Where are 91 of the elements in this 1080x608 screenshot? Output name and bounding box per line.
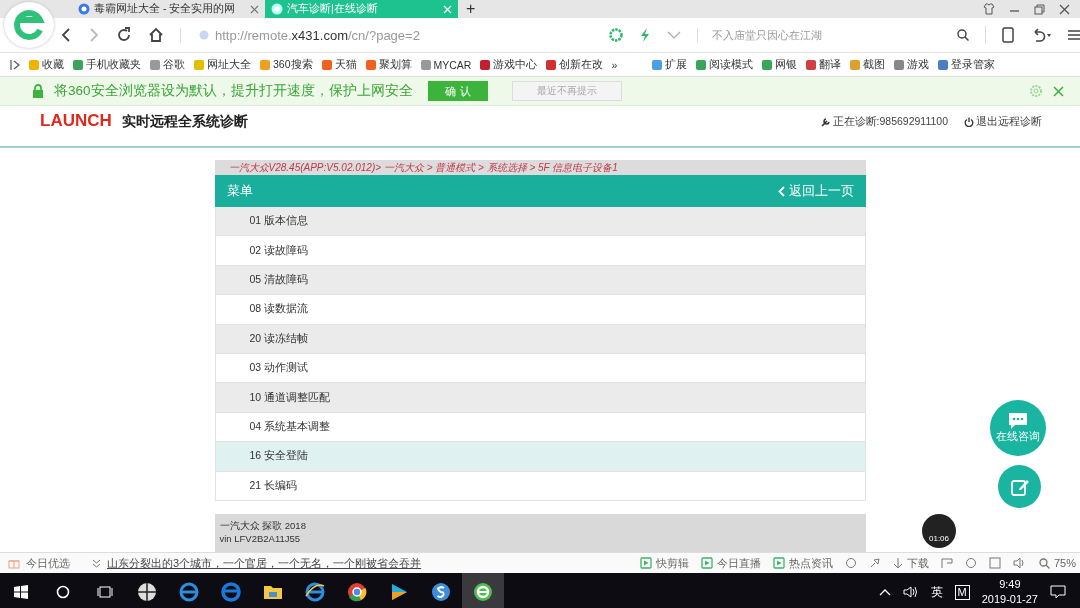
menu-item[interactable]: 20 读冻结帧 xyxy=(214,324,866,354)
menu-item[interactable]: 16 安全登陆 xyxy=(214,442,866,472)
menu-item[interactable]: 03 动作测试 xyxy=(214,353,866,384)
lightning-icon[interactable] xyxy=(639,28,652,42)
chevron-left-icon xyxy=(777,185,785,197)
bookmark-item[interactable]: 天猫 xyxy=(320,57,357,72)
bookmark-item[interactable]: 收藏 xyxy=(28,57,64,72)
bookmark-item[interactable]: 游戏中心 xyxy=(479,57,538,72)
menu-item[interactable]: 02 读故障码 xyxy=(214,236,866,266)
close-icon[interactable] xyxy=(1053,85,1064,97)
menu-item[interactable]: 04 系统基本调整 xyxy=(214,412,866,443)
breadcrumb: 一汽大众V28.45(APP:V5.02.012)> 一汽大众 > 普通模式 > 系统选择 > 5F 信息电子设备1 xyxy=(214,160,866,175)
more-bookmarks-button[interactable]: » xyxy=(611,58,618,71)
shirt-icon[interactable] xyxy=(983,3,995,15)
window-icon[interactable] xyxy=(988,557,1001,569)
extension-item[interactable]: 登录管家 xyxy=(937,57,996,72)
phone-icon[interactable] xyxy=(1002,27,1014,43)
download-icon xyxy=(892,557,903,569)
bookmark-item[interactable]: 360搜索 xyxy=(259,57,313,72)
search-field[interactable]: 不入庙堂只因心在江湖 xyxy=(697,28,970,42)
vin-text: vin LFV2B2A11J55 xyxy=(219,531,302,545)
menu-item[interactable]: 01 版本信息 xyxy=(214,207,866,237)
address-field[interactable]: http://remote.x431.com/cn/?page=2 xyxy=(180,27,594,43)
search-circle-icon xyxy=(56,585,70,599)
notice-text: 将360安全浏览器设为默认，提升打开速度，保护上网安全 xyxy=(54,82,414,100)
sidebar-toggle-icon[interactable] xyxy=(10,58,20,71)
back-icon[interactable] xyxy=(60,28,72,42)
diagnosing-status: 正在诊断:985692911100 xyxy=(820,115,948,129)
bookmark-item[interactable]: 谷歌 xyxy=(149,57,185,72)
menu-icon[interactable] xyxy=(1068,29,1080,41)
chat-icon xyxy=(1007,412,1029,430)
vehicle-model: 一汽大众 探歌 2018 xyxy=(219,518,307,532)
extension-item[interactable]: 扩展 xyxy=(651,57,688,72)
close-icon[interactable] xyxy=(1059,3,1070,15)
play-icon xyxy=(389,582,409,602)
extension-item[interactable]: 游戏 xyxy=(893,57,930,72)
search-icon[interactable] xyxy=(957,29,970,41)
clock[interactable]: 9:49 2019-01-27 xyxy=(981,577,1038,607)
menu-item[interactable]: 10 通道调整匹配 xyxy=(214,383,866,413)
windows-icon xyxy=(14,585,28,599)
restore-icon[interactable] xyxy=(1034,3,1045,15)
reload-icon[interactable] xyxy=(116,27,132,43)
bookmark-item[interactable]: 创新在改 xyxy=(545,57,604,72)
exit-link[interactable]: 退出远程诊断 xyxy=(964,115,1042,129)
tool-icon xyxy=(700,557,713,569)
input-mode[interactable]: M xyxy=(954,584,970,600)
page-title: 实时远程全系统诊断 xyxy=(121,113,248,131)
extension-item[interactable]: 翻译 xyxy=(805,57,842,72)
taskbar-app[interactable] xyxy=(462,573,504,608)
tool-icon xyxy=(772,557,785,569)
bookmark-item[interactable]: 聚划算 xyxy=(364,57,412,72)
expand-icon[interactable] xyxy=(92,558,101,568)
timer-badge: 01:06 xyxy=(922,514,956,548)
menu-title: 菜单 xyxy=(226,182,253,200)
pin-icon[interactable] xyxy=(868,557,881,569)
power-icon xyxy=(964,117,974,127)
status-tool-button[interactable]: 快剪辑 xyxy=(639,555,689,571)
wrench-icon xyxy=(820,117,831,127)
new-tab-button[interactable]: + xyxy=(458,0,484,18)
download-button[interactable]: 下载 xyxy=(892,555,929,571)
extension-item[interactable]: 截图 xyxy=(849,57,886,72)
menu-item[interactable]: 08 读数据流 xyxy=(214,295,866,325)
edit-button[interactable] xyxy=(998,465,1041,508)
folder-icon xyxy=(263,583,283,601)
home-icon[interactable] xyxy=(148,27,164,43)
news-label: 今日优选 xyxy=(26,555,70,571)
extension-item[interactable]: 阅读模式 xyxy=(695,57,754,72)
task-view-icon xyxy=(97,585,113,599)
browser-tab[interactable]: 毒霸网址大全 - 安全实用的网 xyxy=(72,0,265,18)
notification-icon[interactable] xyxy=(1050,585,1066,599)
search-icon xyxy=(1038,557,1050,569)
bookmark-item[interactable]: 网址大全 xyxy=(193,57,251,72)
bookmark-item[interactable]: MYCAR xyxy=(419,58,472,71)
status-tool-button[interactable]: 热点资讯 xyxy=(772,555,833,571)
brand-logo: LAUNCH xyxy=(40,111,112,131)
caret-up-icon[interactable] xyxy=(878,588,891,596)
close-icon[interactable] xyxy=(250,4,259,14)
chrome-icon xyxy=(347,582,367,602)
input-language[interactable]: 英 xyxy=(930,583,943,601)
extension-item[interactable]: 网银 xyxy=(761,57,798,72)
menu-item[interactable]: 05 清故障码 xyxy=(214,265,866,296)
status-tool-button[interactable]: 今日直播 xyxy=(700,555,761,571)
lock-icon xyxy=(32,84,44,98)
speaker-icon[interactable] xyxy=(902,585,919,599)
menu-item[interactable]: 21 长编码 xyxy=(214,471,866,501)
news-headline-link[interactable]: 山东分裂出的3个城市，一个官居，一个无名，一个刚被省会吞并 xyxy=(107,555,422,571)
flower-icon[interactable] xyxy=(609,28,624,42)
zoom-button[interactable]: 75% xyxy=(1038,557,1076,569)
tool-icon xyxy=(639,557,652,569)
bookmark-item[interactable]: 手机收藏夹 xyxy=(72,57,141,72)
s-circle-icon xyxy=(431,582,451,602)
